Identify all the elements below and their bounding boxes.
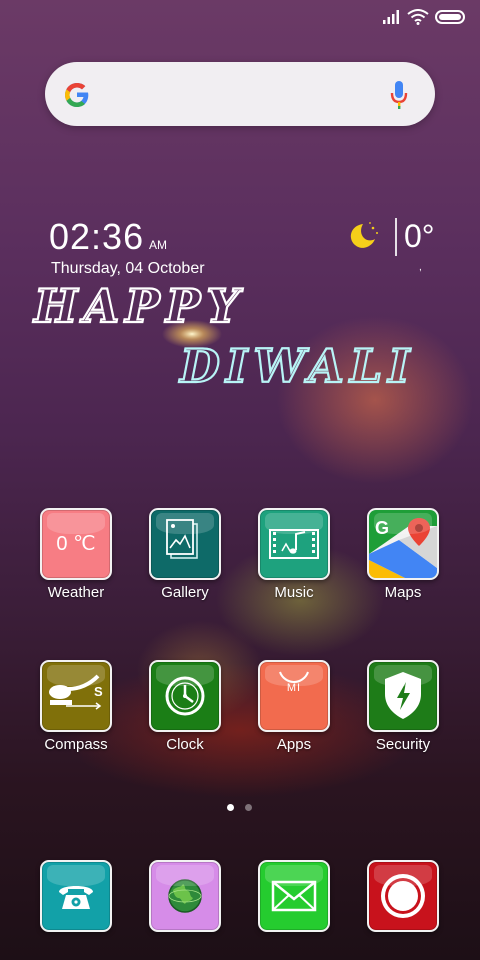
happy-diwali-greeting: HAPPY DIWALI bbox=[31, 278, 416, 394]
status-bar bbox=[0, 0, 480, 36]
app-label: Weather bbox=[47, 584, 105, 601]
wifi-icon bbox=[407, 9, 429, 25]
svg-text:S: S bbox=[94, 684, 103, 699]
app-label: Gallery bbox=[161, 584, 209, 601]
globe-icon bbox=[149, 860, 221, 932]
app-label: Apps bbox=[276, 736, 312, 753]
search-bar[interactable] bbox=[45, 62, 435, 126]
app-label: Security bbox=[375, 736, 431, 753]
clock-icon bbox=[149, 660, 221, 732]
app-maps[interactable]: G Maps bbox=[353, 508, 453, 601]
clock-ampm: AM bbox=[149, 238, 167, 252]
page-indicator[interactable] bbox=[227, 804, 257, 812]
maps-icon: G bbox=[367, 508, 439, 580]
weather-divider bbox=[395, 218, 397, 256]
svg-text:G: G bbox=[375, 518, 389, 538]
app-clock[interactable]: Clock bbox=[135, 660, 235, 753]
google-logo-icon bbox=[65, 83, 89, 107]
music-icon bbox=[258, 508, 330, 580]
compass-icon: S bbox=[40, 660, 112, 732]
app-gallery[interactable]: Gallery bbox=[135, 508, 235, 601]
dock-camera[interactable] bbox=[353, 860, 453, 932]
app-compass[interactable]: S Compass bbox=[26, 660, 126, 753]
gallery-icon bbox=[149, 508, 221, 580]
app-label: Maps bbox=[384, 584, 422, 601]
signal-icon bbox=[383, 10, 399, 24]
dock-phone[interactable] bbox=[26, 860, 126, 932]
envelope-icon bbox=[258, 860, 330, 932]
app-label: Compass bbox=[44, 736, 108, 753]
dock-messages[interactable] bbox=[244, 860, 344, 932]
greeting-line-happy: HAPPY bbox=[32, 279, 245, 333]
app-label: Clock bbox=[166, 736, 204, 753]
microphone-icon[interactable] bbox=[389, 80, 409, 110]
weather-icon-text: 0 ℃ bbox=[56, 533, 96, 555]
battery-icon bbox=[435, 10, 465, 24]
app-security[interactable]: Security bbox=[353, 660, 453, 753]
app-store-icon-text: MI bbox=[286, 682, 302, 694]
app-label: Music bbox=[274, 584, 314, 601]
security-shield-icon bbox=[367, 660, 439, 732]
app-music[interactable]: Music bbox=[244, 508, 344, 601]
camera-shutter-icon bbox=[367, 860, 439, 932]
app-store-icon: MI bbox=[258, 660, 330, 732]
dock-browser[interactable] bbox=[135, 860, 235, 932]
phone-icon bbox=[40, 860, 112, 932]
greeting-line-diwali: DIWALI bbox=[178, 339, 416, 393]
clock-time[interactable]: 02:36 bbox=[49, 216, 144, 258]
app-weather[interactable]: 0 ℃ Weather bbox=[26, 508, 126, 601]
moon-stars-icon[interactable] bbox=[346, 220, 382, 252]
weather-temperature[interactable]: 0° bbox=[404, 218, 435, 255]
page-dot[interactable] bbox=[245, 804, 252, 811]
page-dot-active[interactable] bbox=[227, 804, 234, 811]
weather-icon: 0 ℃ bbox=[40, 508, 112, 580]
app-apps[interactable]: MI Apps bbox=[244, 660, 344, 753]
